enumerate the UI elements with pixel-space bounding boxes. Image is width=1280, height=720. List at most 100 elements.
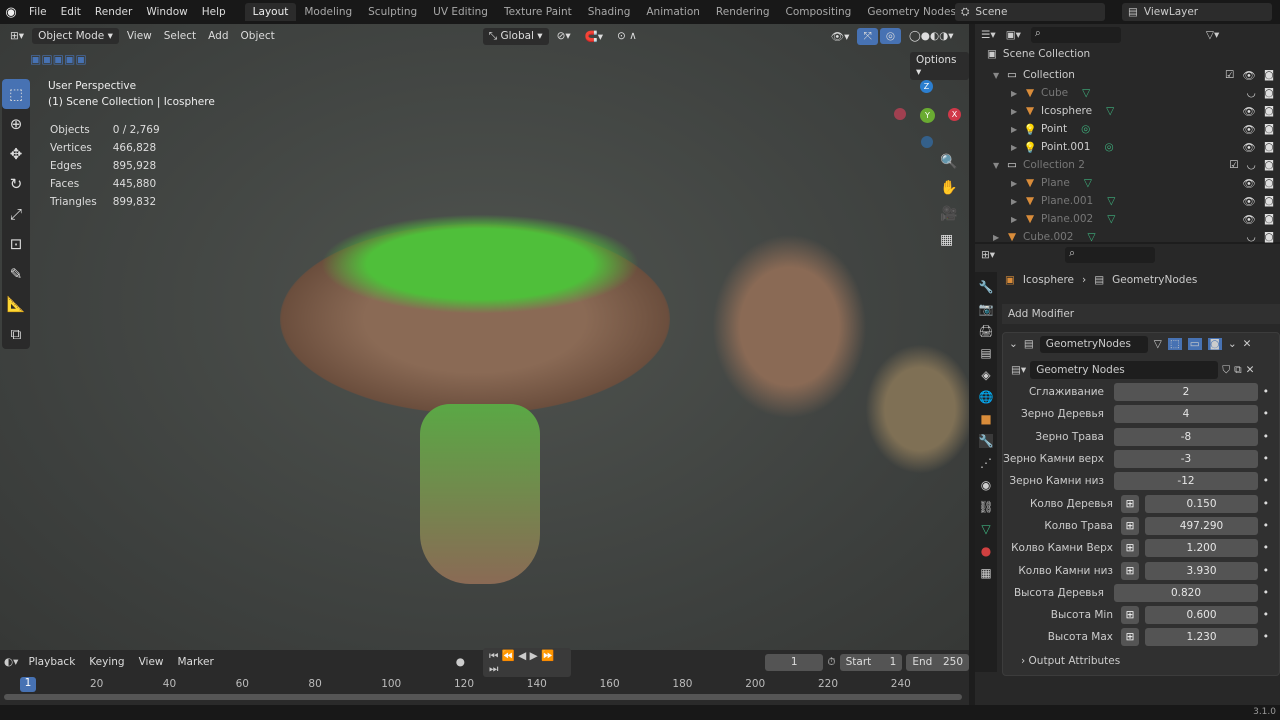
exclude-checkbox[interactable]: ☑ [1229,159,1238,171]
camera-render-icon[interactable]: ◙ [1264,141,1274,154]
input-value-field[interactable]: 497.290 [1145,516,1258,535]
outliner-item[interactable]: ▶ ▼ Plane ▽ 👁 ◙ [975,174,1280,192]
view-layer-tab-icon[interactable]: ▤ [980,346,991,360]
outliner-item[interactable]: ▶ 💡 Point.001 ◎ 👁 ◙ [975,138,1280,156]
remove-modifier-icon[interactable]: ✕ [1243,338,1252,350]
pan-hand-icon[interactable]: ✋ [940,180,957,196]
camera-render-icon[interactable]: ◙ [1264,105,1274,118]
fake-user-icon[interactable]: ⛉ [1222,364,1230,377]
mesh-data-icon[interactable]: ▽ [1082,87,1090,99]
proportional-edit-icon[interactable]: ⊙ ∧ [611,28,643,44]
node-group-icon[interactable]: ▤▾ [1011,364,1026,376]
input-value-field[interactable]: 1.200 [1145,539,1258,558]
editor-type-icon[interactable]: ⊞▾ [981,249,995,261]
keyframe-dot-icon[interactable]: • [1263,587,1269,599]
keyframe-dot-icon[interactable]: • [1263,542,1269,554]
tab-sculpting[interactable]: Sculpting [360,3,425,21]
material-tab-icon[interactable]: ● [981,544,991,558]
physics-tab-icon[interactable]: ◉ [981,478,991,492]
eye-icon[interactable]: 👁 [1242,213,1255,226]
3d-viewport[interactable]: ⊞▾ Object Mode ▾ View Select Add Object ⤡ G… [0,24,969,650]
editor-type-icon[interactable]: ◐▾ [4,656,18,668]
eye-icon[interactable]: ◡ [1247,159,1256,171]
input-value-field[interactable]: 1.230 [1145,628,1258,647]
particles-tab-icon[interactable]: ⋰ [980,456,992,470]
expand-arrow-icon[interactable]: ▶ [1011,179,1023,188]
attribute-toggle-icon[interactable]: ⊞ [1121,516,1139,535]
world-tab-icon[interactable]: 🌐 [979,390,994,404]
light-data-icon[interactable]: ◎ [1104,141,1113,153]
input-value-field[interactable]: 2 [1114,383,1258,402]
exclude-checkbox[interactable]: ☑ [1225,69,1234,82]
cursor-tool-icon[interactable]: ⊕ [2,109,30,139]
outliner-item[interactable]: ▶ ▼ Cube ▽ ◡ ◙ [975,84,1280,102]
keyframe-dot-icon[interactable]: • [1263,498,1269,510]
tab-geometry-nodes[interactable]: Geometry Nodes [859,3,964,21]
mesh-data-icon[interactable]: ▽ [1088,231,1096,243]
node-group-selector[interactable]: Geometry Nodes [1030,361,1219,379]
scale-tool-icon[interactable]: ⤢ [2,199,30,229]
keyframe-dot-icon[interactable]: • [1263,609,1269,621]
playback-controls[interactable]: ⏮ ⏪ ◀ ▶ ⏩ ⏭ [482,647,571,677]
add-modifier-button[interactable]: Add Modifier [1002,304,1280,324]
outliner-item[interactable]: ▶ ▼ Plane.002 ▽ 👁 ◙ [975,210,1280,228]
attribute-toggle-icon[interactable]: ⊞ [1121,494,1139,513]
modifier-menu-icon[interactable]: ⌄ [1228,338,1237,350]
move-tool-icon[interactable]: ✥ [2,139,30,169]
attribute-toggle-icon[interactable]: ⊞ [1121,606,1139,625]
playhead[interactable]: 1 [20,677,36,692]
expand-arrow-icon[interactable]: ▶ [1011,107,1023,116]
input-value-field[interactable]: 4 [1114,405,1258,424]
annotate-tool-icon[interactable]: ✎ [2,259,30,289]
timeline-menu-keying[interactable]: Keying [83,654,130,670]
tool-tab-icon[interactable]: 🔧 [979,280,994,294]
camera-render-icon[interactable]: ◙ [1264,195,1274,208]
zoom-icon[interactable]: 🔍 [940,154,957,170]
camera-render-icon[interactable]: ◙ [1264,213,1274,226]
gizmo-x[interactable]: X [948,108,961,121]
keyframe-dot-icon[interactable]: • [1263,386,1269,398]
scene-collection-row[interactable]: ▣ Scene Collection [987,48,1090,60]
duplicate-icon[interactable]: ⧉ [1234,364,1242,377]
camera-render-icon[interactable]: ◙ [1264,123,1274,136]
viewport-menu-select[interactable]: Select [158,28,202,44]
record-icon[interactable]: ● [456,656,465,668]
tab-texture-paint[interactable]: Texture Paint [496,3,580,21]
input-value-field[interactable]: -12 [1114,472,1258,491]
expand-arrow-icon[interactable]: ▶ [1011,125,1023,134]
input-value-field[interactable]: 0.600 [1145,606,1258,625]
camera-render-icon[interactable]: ◙ [1264,159,1274,171]
scene-selector[interactable]: ⛭ Scene [955,3,1105,21]
orientation-selector[interactable]: ⤡ Global ▾ [482,27,549,45]
outliner-item[interactable]: ▶ ▼ Plane.001 ▽ 👁 ◙ [975,192,1280,210]
render-toggle-icon[interactable]: ◙ [1207,338,1222,350]
camera-render-icon[interactable]: ◙ [1264,87,1274,99]
blender-logo-icon[interactable]: ◉ [0,5,22,20]
filter-view-icon[interactable]: ▣▾ [1006,29,1021,41]
render-tab-icon[interactable]: 📷 [979,302,994,316]
outliner-item[interactable]: ▼ ▭ Collection 2 ☑ ◡ ◙ [975,156,1280,174]
current-frame-field[interactable]: 1 [764,653,824,671]
texture-tab-icon[interactable]: ▦ [980,566,991,580]
rotate-tool-icon[interactable]: ↻ [2,169,30,199]
object-tab-icon[interactable]: ■ [980,412,991,426]
constraints-tab-icon[interactable]: ⛓ [978,500,993,514]
camera-render-icon[interactable]: ◙ [1264,177,1274,190]
camera-render-icon[interactable]: ◙ [1264,231,1274,243]
input-value-field[interactable]: -3 [1114,450,1258,469]
menu-edit[interactable]: Edit [54,6,88,18]
options-button[interactable]: Options ▾ [910,52,969,80]
input-value-field[interactable]: 0.150 [1145,494,1258,513]
tab-animation[interactable]: Animation [638,3,708,21]
mesh-data-icon[interactable]: ▽ [1107,195,1115,207]
expand-arrow-icon[interactable]: ▼ [993,161,1005,170]
gizmo-z[interactable]: Z [920,80,933,93]
keyframe-dot-icon[interactable]: • [1263,431,1269,443]
expand-arrow-icon[interactable]: ▶ [1011,89,1023,98]
outliner-item[interactable]: ▶ 💡 Point ◎ 👁 ◙ [975,120,1280,138]
start-frame-field[interactable]: Start 1 [839,653,903,671]
select-mode-icons[interactable]: ▣▣▣▣▣ [30,52,87,66]
tab-compositing[interactable]: Compositing [778,3,860,21]
cage-toggle-icon[interactable]: ⬚ [1167,338,1182,350]
keyframe-dot-icon[interactable]: • [1263,520,1269,532]
